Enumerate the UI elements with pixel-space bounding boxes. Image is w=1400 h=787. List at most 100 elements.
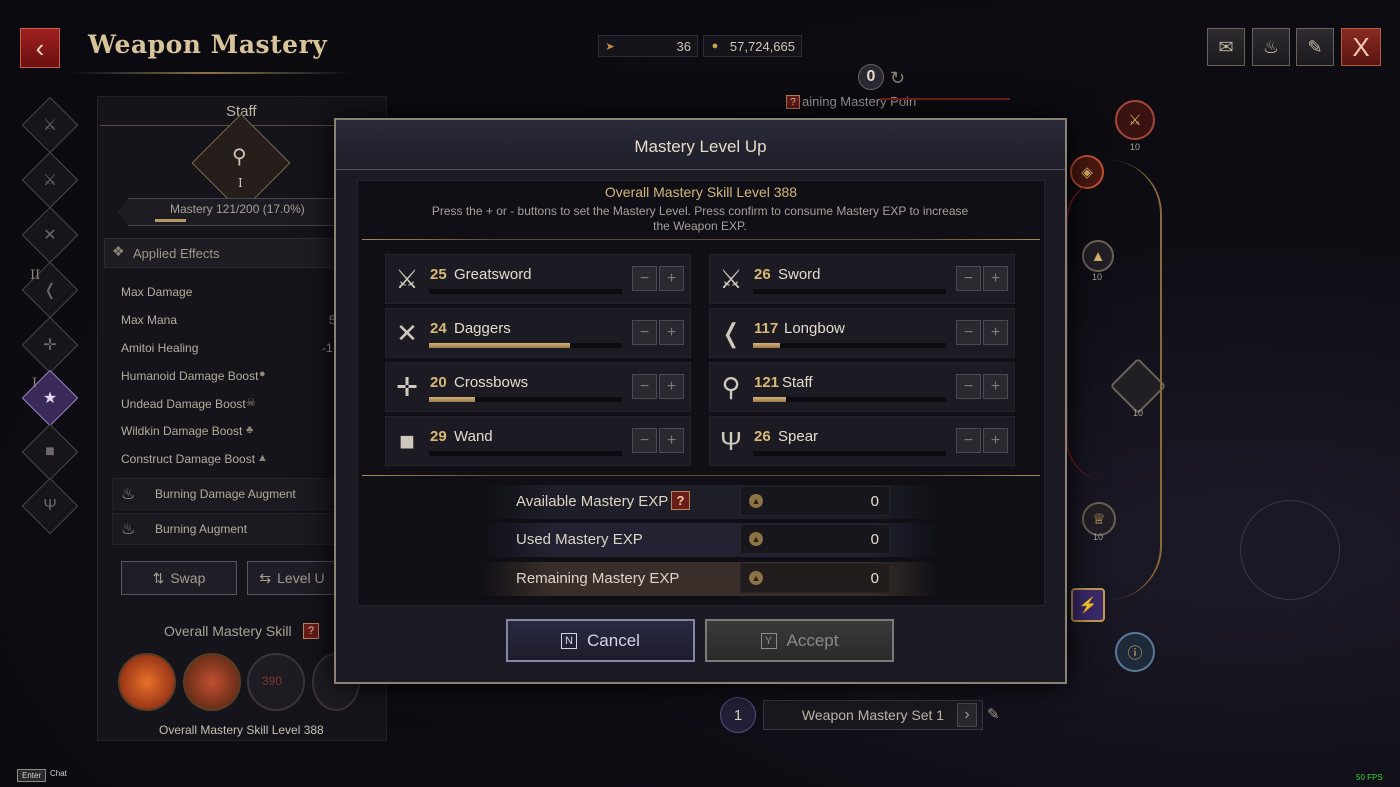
accept-button[interactable]: Y Accept	[705, 619, 894, 662]
tree-node[interactable]: ⓘ	[1115, 632, 1155, 672]
weapon-exp-fill	[429, 397, 476, 402]
weapon-divider	[100, 125, 336, 126]
mastery-points: 0	[858, 64, 884, 90]
overall-help-icon[interactable]: ?	[303, 623, 319, 639]
augment-label: Burning Damage Augment	[155, 487, 296, 501]
mastery-exp-icon: ▲	[749, 571, 763, 585]
page-title: Weapon Mastery	[88, 30, 328, 59]
weapon-level: 20	[430, 374, 447, 391]
node-level: 10	[1093, 532, 1104, 542]
plus-icon: +	[666, 323, 677, 341]
minus-button[interactable]: −	[632, 428, 657, 453]
minus-button[interactable]: −	[632, 266, 657, 291]
set-next-button[interactable]: ›	[957, 703, 977, 727]
weapon-name: Greatsword	[454, 266, 532, 283]
staff-icon: ⚲	[232, 146, 247, 168]
weapon-level: 25	[430, 266, 447, 283]
level-up-button[interactable]: ⇆ Level U	[247, 561, 337, 595]
rail-numeral: I	[32, 376, 38, 391]
minus-button[interactable]: −	[632, 320, 657, 345]
remaining-exp-row: Remaining Mastery EXP ▲ 0	[480, 562, 940, 596]
level-icon: ⇆	[259, 569, 272, 586]
mastery-exp-icon: ▲	[749, 532, 763, 546]
available-exp-row: Available Mastery EXP ▲ 0	[480, 485, 940, 519]
plus-button[interactable]: +	[983, 266, 1008, 291]
construct-icon: ▲	[257, 452, 268, 464]
plus-button[interactable]: +	[659, 320, 684, 345]
weapon-name: Wand	[454, 428, 493, 445]
key-hint: Y	[760, 632, 777, 649]
longbow-icon: ❬	[720, 317, 742, 348]
swap-button[interactable]: ⇅ Swap	[121, 561, 237, 595]
minus-icon: −	[639, 323, 650, 341]
weapon-level: 26	[754, 266, 771, 283]
minus-icon: −	[639, 431, 650, 449]
plus-button[interactable]: +	[659, 428, 684, 453]
weapon-exp-track	[429, 397, 622, 402]
weapon-card-wand: ■ 29 Wand − +	[385, 416, 691, 466]
campfire-button[interactable]: ♨	[1252, 28, 1290, 66]
greatsword-rail-icon: ⚔	[42, 117, 58, 134]
key-hint: N	[561, 632, 578, 649]
wildkin-icon: ♣	[246, 424, 254, 436]
reset-icon[interactable]: ↻	[890, 68, 905, 89]
mail-button[interactable]: ✉	[1207, 28, 1245, 66]
tree-orbit-emblem	[1240, 500, 1340, 600]
instruction-text: Press the + or - buttons to set the Mast…	[431, 204, 969, 233]
plus-icon: +	[990, 323, 1001, 341]
plus-button[interactable]: +	[983, 374, 1008, 399]
overall-mastery-level: Overall Mastery Skill Level 388	[159, 723, 324, 737]
cancel-button[interactable]: N Cancel	[506, 619, 695, 662]
close-button[interactable]: X	[1341, 28, 1381, 66]
daggers-rail-icon: ✕	[43, 227, 57, 244]
minus-button[interactable]: −	[632, 374, 657, 399]
tree-node[interactable]: ⚔	[1115, 100, 1155, 140]
skill-slot[interactable]	[183, 653, 241, 711]
weapon-name: Crossbows	[454, 374, 529, 391]
effects-diamond-icon: ❖	[112, 243, 125, 259]
minus-button[interactable]: −	[956, 320, 981, 345]
gold-coin-icon: ●	[711, 40, 719, 52]
minus-icon: −	[963, 431, 974, 449]
plus-button[interactable]: +	[983, 428, 1008, 453]
points-help-icon[interactable]: ?	[786, 95, 800, 109]
back-button[interactable]: ‹	[20, 28, 60, 68]
augment-burning[interactable]: Burning Augment	[112, 513, 337, 545]
set-number: 1	[720, 697, 756, 733]
exp-help-icon[interactable]: ?	[671, 491, 690, 510]
crossbow-rail-icon: ✛	[43, 337, 57, 354]
minus-button[interactable]: −	[956, 266, 981, 291]
book-button[interactable]: ✎	[1296, 28, 1334, 66]
weapon-name: Staff	[782, 374, 813, 391]
skill-slot[interactable]	[118, 653, 176, 711]
exp-value: 0	[870, 570, 879, 587]
sword-rail-icon: ⚔	[42, 172, 58, 189]
weapon-level: 26	[754, 428, 771, 445]
applied-effects-header[interactable]: Applied Effects	[104, 238, 340, 268]
exp-value: 0	[870, 493, 879, 510]
weapon-exp-fill	[429, 343, 570, 348]
plus-button[interactable]: +	[983, 320, 1008, 345]
exp-label: Used Mastery EXP	[516, 531, 643, 548]
plus-button[interactable]: +	[659, 266, 684, 291]
overall-mastery-level: Overall Mastery Skill Level 388	[604, 184, 798, 200]
augment-burning-damage[interactable]: Burning Damage Augment	[112, 478, 337, 510]
sword-icon: ⚔	[719, 263, 743, 294]
weapon-exp-fill	[753, 397, 786, 402]
weapon-card-sword: ⚔ 26 Sword − +	[709, 254, 1015, 304]
exp-box: ▲ 0	[740, 563, 890, 593]
plus-icon: +	[666, 431, 677, 449]
exp-box: ▲ 0	[740, 524, 890, 554]
tree-node-active[interactable]: ⚡	[1071, 588, 1105, 622]
used-exp-row: Used Mastery EXP ▲ 0	[480, 523, 940, 557]
minus-button[interactable]: −	[956, 374, 981, 399]
plus-icon: +	[990, 269, 1001, 287]
weapon-level: 29	[430, 428, 447, 445]
weapon-exp-track	[753, 343, 946, 348]
minus-button[interactable]: −	[956, 428, 981, 453]
plus-button[interactable]: +	[659, 374, 684, 399]
rail-numeral: II	[30, 268, 41, 283]
currency-value: 36	[676, 38, 691, 54]
edit-set-icon[interactable]: ✎	[987, 705, 1000, 723]
chat-label[interactable]: Chat	[50, 769, 67, 778]
